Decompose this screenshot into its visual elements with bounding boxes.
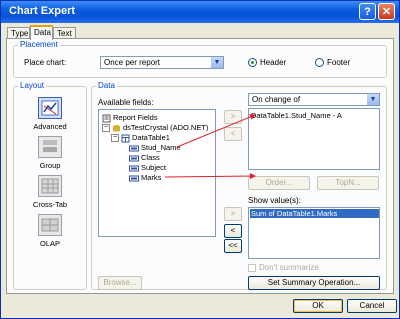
- annotation-arrow-marks: [164, 173, 256, 180]
- annotation-arrow-stud-name: [176, 114, 256, 148]
- window-title: Chart Expert: [9, 5, 76, 17]
- annotation-arrows: [164, 114, 256, 180]
- help-button[interactable]: ?: [359, 3, 376, 20]
- chart-expert-window: Chart Expert ? ✕ Type Data Text Placemen…: [0, 0, 400, 319]
- title-bar[interactable]: Chart Expert ? ✕: [1, 1, 399, 23]
- tab-data[interactable]: Data: [30, 25, 53, 40]
- tab-panel-data: Placement Place chart: Once per report ▼…: [6, 38, 394, 294]
- close-button[interactable]: ✕: [378, 3, 395, 20]
- cancel-button[interactable]: Cancel: [347, 299, 397, 313]
- ok-button[interactable]: OK: [293, 299, 343, 313]
